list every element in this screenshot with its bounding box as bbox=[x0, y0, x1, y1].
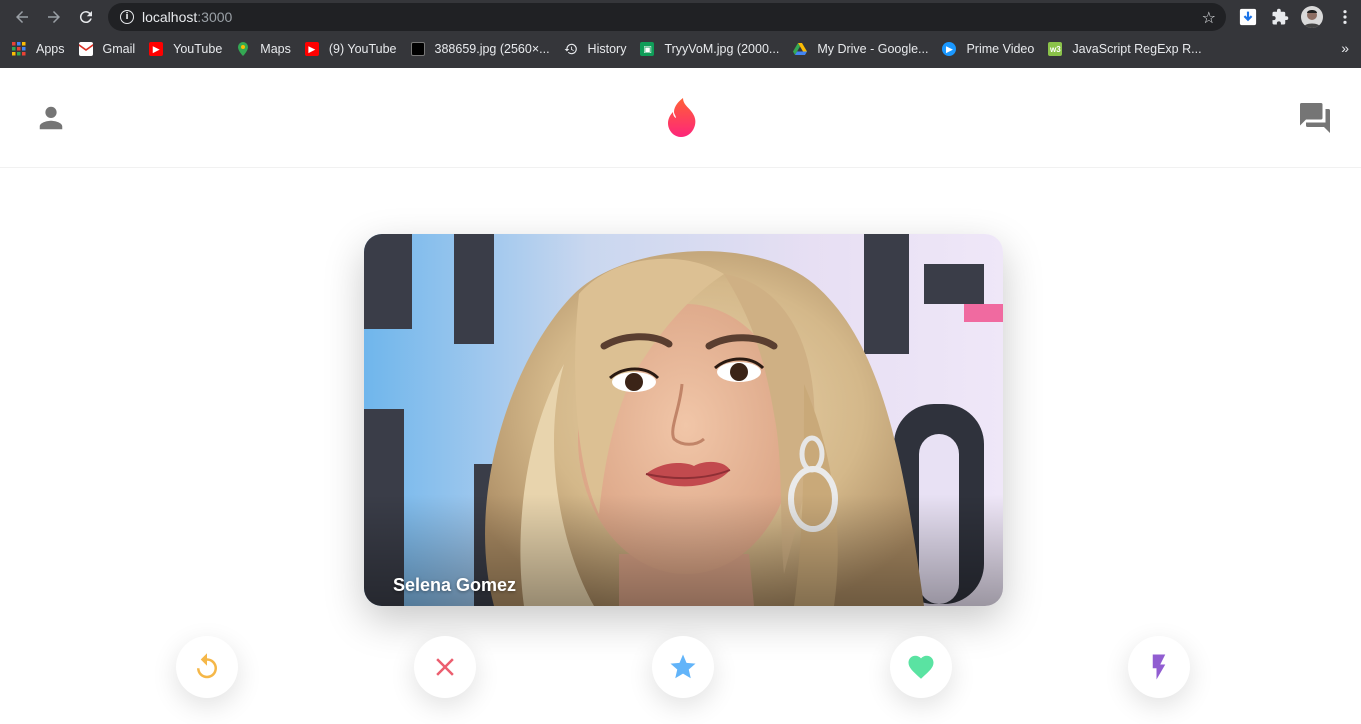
gmail-icon bbox=[78, 42, 93, 56]
bookmark-history[interactable]: History bbox=[564, 42, 627, 56]
app-root: Selena Gomez bbox=[0, 68, 1361, 724]
youtube-icon: ▶ bbox=[304, 42, 319, 56]
bookmark-label: YouTube bbox=[173, 42, 223, 56]
bookmark-star-icon[interactable]: ☆ bbox=[1202, 8, 1216, 27]
profile-card[interactable]: Selena Gomez bbox=[364, 234, 1003, 606]
person-icon[interactable] bbox=[36, 103, 66, 133]
prime-video-icon: ▶ bbox=[942, 42, 957, 56]
bookmark-js-regexp[interactable]: w3 JavaScript RegExp R... bbox=[1048, 42, 1202, 56]
bookmark-label: JavaScript RegExp R... bbox=[1072, 42, 1202, 56]
bookmark-label: Gmail bbox=[102, 42, 136, 56]
app-header bbox=[0, 68, 1361, 168]
url-port: :3000 bbox=[197, 9, 233, 25]
bookmark-image-tryyvom[interactable]: ▣ TryyVoM.jpg (2000... bbox=[640, 42, 779, 56]
portrait-photo bbox=[364, 234, 1003, 606]
bookmark-gmail[interactable]: Gmail bbox=[78, 42, 136, 56]
super-like-button[interactable] bbox=[652, 636, 714, 698]
youtube-icon: ▶ bbox=[149, 42, 164, 56]
drive-icon bbox=[793, 42, 808, 56]
profile-name: Selena Gomez bbox=[393, 575, 517, 595]
bookmark-label: TryyVoM.jpg (2000... bbox=[664, 42, 780, 56]
heart-icon bbox=[908, 655, 934, 679]
bookmark-my-drive[interactable]: My Drive - Google... bbox=[793, 42, 928, 56]
bookmark-label: (9) YouTube bbox=[328, 42, 397, 56]
bookmark-apps[interactable]: Apps bbox=[12, 42, 65, 56]
rewind-button[interactable] bbox=[176, 636, 238, 698]
site-info-icon[interactable]: i bbox=[120, 10, 134, 24]
boost-button[interactable] bbox=[1128, 636, 1190, 698]
bookmark-label: Apps bbox=[36, 42, 65, 56]
nope-button[interactable] bbox=[414, 636, 476, 698]
bookmark-label: Maps bbox=[260, 42, 291, 56]
bookmark-image-388659[interactable]: 388659.jpg (2560×... bbox=[410, 42, 550, 56]
image-icon: ▣ bbox=[640, 42, 655, 56]
close-icon bbox=[436, 658, 454, 676]
apps-grid-icon bbox=[12, 42, 26, 56]
bookmark-label: History bbox=[587, 42, 627, 56]
flash-icon bbox=[1152, 654, 1166, 680]
download-extension-icon[interactable] bbox=[1237, 6, 1259, 28]
bookmarks-overflow-button[interactable]: » bbox=[1341, 40, 1349, 56]
profile-card-image: Selena Gomez bbox=[364, 234, 1003, 606]
bookmark-youtube-9[interactable]: ▶ (9) YouTube bbox=[304, 42, 397, 56]
url-host: localhost bbox=[142, 9, 198, 25]
chrome-menu-icon[interactable] bbox=[1334, 6, 1356, 28]
swipe-actions bbox=[0, 636, 1361, 698]
back-icon[interactable] bbox=[8, 3, 36, 31]
bookmark-maps[interactable]: Maps bbox=[236, 42, 291, 56]
bookmark-prime-video[interactable]: ▶ Prime Video bbox=[942, 42, 1034, 56]
bookmark-label: Prime Video bbox=[966, 42, 1035, 56]
bookmark-youtube[interactable]: ▶ YouTube bbox=[149, 42, 222, 56]
profile-avatar[interactable] bbox=[1301, 6, 1323, 28]
like-button[interactable] bbox=[890, 636, 952, 698]
history-icon bbox=[564, 42, 578, 56]
address-bar[interactable]: i localhost:3000 ☆ bbox=[108, 3, 1226, 31]
extensions-puzzle-icon[interactable] bbox=[1269, 6, 1291, 28]
bookmark-label: 388659.jpg (2560×... bbox=[434, 42, 550, 56]
browser-chrome: i localhost:3000 ☆ Apps Gmail ▶ YouTube… bbox=[0, 0, 1361, 68]
image-icon bbox=[410, 42, 425, 56]
reload-icon[interactable] bbox=[72, 3, 100, 31]
w3-icon: w3 bbox=[1048, 42, 1063, 56]
forum-icon[interactable] bbox=[1297, 100, 1333, 136]
star-icon bbox=[670, 654, 696, 679]
flame-logo-icon[interactable] bbox=[662, 96, 702, 140]
forward-icon[interactable] bbox=[40, 3, 68, 31]
replay-icon bbox=[197, 653, 217, 679]
maps-icon bbox=[236, 42, 250, 56]
bookmark-label: My Drive - Google... bbox=[817, 42, 929, 56]
bookmarks-bar: Apps Gmail ▶ YouTube Maps ▶ (9) YouTube … bbox=[0, 36, 1361, 62]
